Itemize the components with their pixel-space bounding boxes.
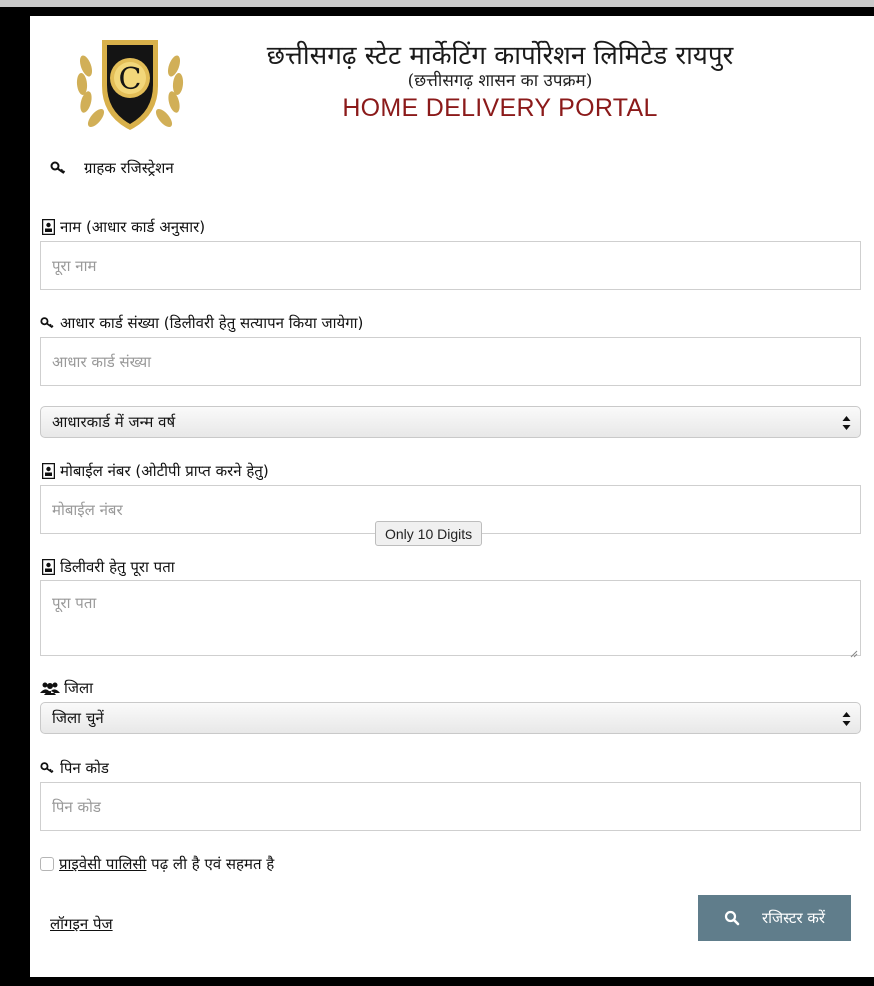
registration-page: C छत्तीसगढ़ स्टेट मार्केटिंग कार्पोरेशन … [30, 16, 874, 977]
id-card-icon [40, 219, 56, 235]
pincode-label: पिन कोड [40, 758, 109, 778]
birth-year-select[interactable]: आधारकार्ड में जन्म वर्ष [40, 406, 861, 438]
portal-title: HOME DELIVERY PORTAL [342, 94, 658, 122]
register-button-label: रजिस्टर करें [761, 909, 826, 927]
corporation-title: छत्तीसगढ़ स्टेट मार्केटिंग कार्पोरेशन लि… [266, 41, 734, 71]
address-field-wrapper [40, 580, 861, 658]
svg-text:C: C [119, 62, 142, 97]
key-icon [40, 760, 56, 776]
mobile-tooltip: Only 10 Digits [375, 521, 483, 546]
register-button[interactable]: रजिस्टर करें [698, 895, 851, 941]
pincode-input[interactable] [40, 782, 861, 831]
key-icon [50, 160, 68, 176]
name-input[interactable] [40, 241, 861, 290]
district-label: जिला [40, 678, 93, 698]
mobile-label: मोबाईल नंबर (ओटीपी प्राप्त करने हेतु) [40, 461, 269, 481]
browser-top-bar [0, 0, 874, 7]
resize-handle-icon[interactable] [848, 643, 858, 658]
address-label: डिलीवरी हेतु पूरा पता [40, 557, 175, 577]
section-title: ग्राहक रजिस्ट्रेशन [84, 159, 174, 177]
consent-text: पढ़ ली है एवं सहमत है [146, 855, 275, 873]
corporation-logo: C [72, 26, 188, 138]
name-label: नाम (आधार कार्ड अनुसार) [40, 217, 205, 237]
id-card-icon [40, 559, 56, 575]
corporation-subtitle: (छत्तीसगढ़ शासन का उपक्रम) [407, 71, 593, 91]
login-page-link[interactable]: लॉगइन पेज [50, 914, 113, 934]
select-arrows-icon [842, 415, 851, 431]
users-icon [40, 680, 60, 696]
privacy-policy-link[interactable]: प्राइवेसी पालिसी [59, 854, 146, 874]
privacy-checkbox[interactable] [40, 857, 54, 871]
key-icon [40, 315, 56, 331]
search-icon [724, 910, 740, 926]
district-select[interactable]: जिला चुनें [40, 702, 861, 734]
aadhaar-label: आधार कार्ड संख्या (डिलीवरी हेतु सत्यापन … [40, 313, 363, 333]
section-heading: ग्राहक रजिस्ट्रेशन [50, 158, 174, 178]
privacy-consent: प्राइवेसी पालिसी पढ़ ली है एवं सहमत है [40, 854, 274, 874]
select-arrows-icon [842, 711, 851, 727]
aadhaar-input[interactable] [40, 337, 861, 386]
id-card-icon [40, 463, 56, 479]
address-textarea[interactable] [40, 580, 861, 656]
